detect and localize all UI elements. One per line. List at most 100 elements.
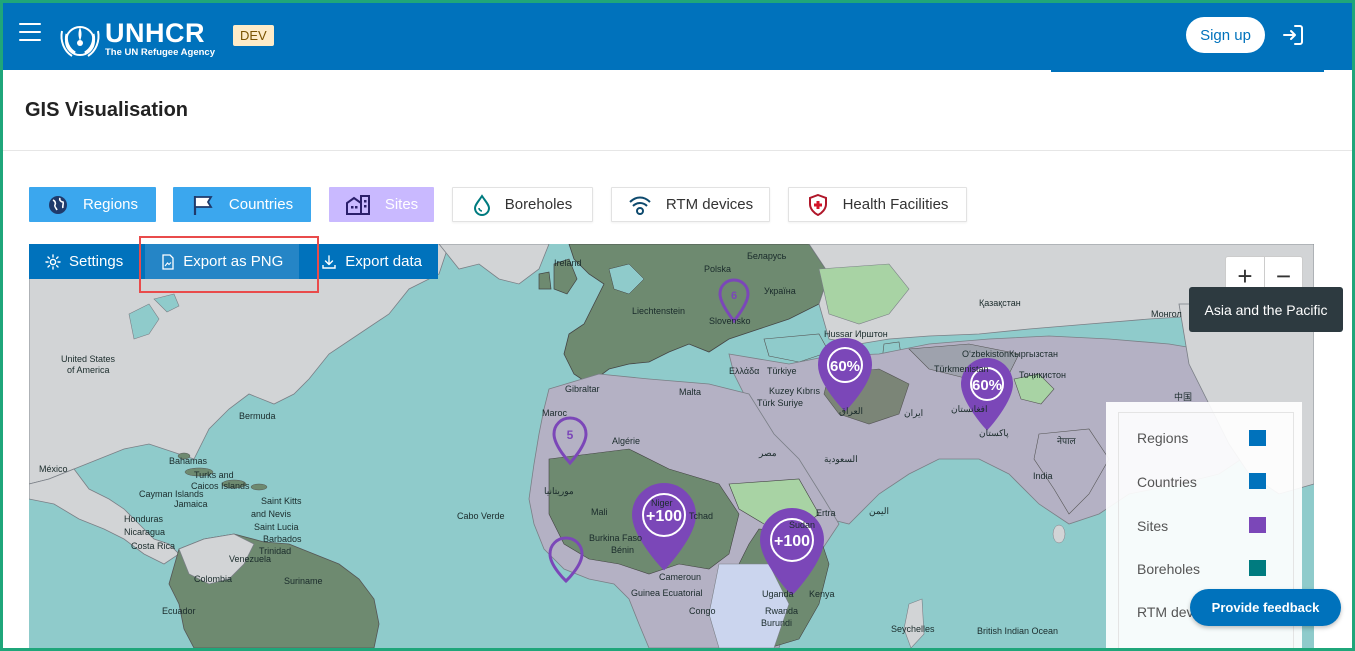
sign-up-button[interactable]: Sign up	[1186, 17, 1265, 53]
map-label: India	[1033, 471, 1053, 481]
layer-toggle-boreholes[interactable]: Boreholes	[452, 187, 593, 222]
map-label: Nicaragua	[124, 527, 165, 537]
title-divider	[3, 150, 1352, 151]
gear-icon	[45, 253, 61, 270]
unhcr-logo[interactable]: UNHCR The UN Refugee Agency	[59, 19, 215, 59]
map-label: Turks and	[194, 470, 234, 480]
layer-label: Sites	[384, 196, 419, 213]
map-label: Guinea Ecuatorial	[631, 588, 703, 598]
legend-item-sites: Sites	[1137, 518, 1169, 534]
water-drop-icon	[473, 193, 490, 216]
map-label: Ireland	[554, 258, 582, 268]
layer-toggle-regions[interactable]: Regions	[29, 187, 156, 222]
map-label: Ertra	[816, 508, 836, 518]
layer-label: Health Facilities	[842, 196, 949, 213]
globe-icon	[48, 195, 67, 214]
map-label: Algérie	[612, 436, 640, 446]
map-label: Kuzey Kıbrıs	[769, 386, 821, 396]
layer-label: Regions	[82, 196, 139, 213]
map-label: Кыргызстан	[1009, 349, 1058, 359]
layer-toggle-health-facilities[interactable]: Health Facilities	[788, 187, 967, 222]
hamburger-menu-icon[interactable]	[19, 23, 41, 41]
map-label: Liechtenstein	[632, 306, 685, 316]
map-label: Україна	[764, 286, 796, 296]
map-label: Oʻzbekiston	[962, 349, 1009, 359]
map-label: پاکستان	[979, 428, 1009, 439]
map-label: and Nevis	[251, 509, 292, 519]
map-label: ایران	[904, 408, 923, 419]
map-label: Ecuador	[162, 606, 196, 616]
export-data-button[interactable]: Export data	[305, 244, 438, 279]
map-label: Malta	[679, 387, 701, 397]
svg-text:6: 6	[731, 290, 737, 302]
map-label: العراق	[839, 406, 863, 417]
map-label: British Indian Ocean	[977, 626, 1058, 636]
map-label: Trinidad	[259, 546, 291, 556]
map-label: Türkiye	[767, 366, 797, 376]
map-label: Slovensko	[709, 316, 751, 326]
map-label: Hussar Ирштон	[824, 329, 888, 339]
map-label: Cameroun	[659, 572, 701, 582]
svg-text:60%: 60%	[972, 377, 1002, 394]
layer-toggle-rtm-devices[interactable]: RTM devices	[611, 187, 770, 222]
map-label: Cabo Verde	[457, 511, 505, 521]
map-label: Seychelles	[891, 624, 935, 634]
map-label: Maroc	[542, 408, 568, 418]
svg-text:60%: 60%	[830, 358, 860, 375]
map-label: Congo	[689, 606, 716, 616]
legend-item-regions: Regions	[1137, 430, 1189, 446]
map-label: Tchad	[689, 511, 713, 521]
legend-swatch	[1249, 560, 1266, 576]
map-label: Costa Rica	[131, 541, 175, 551]
highlight-annotation-box	[139, 236, 319, 293]
legend-item-countries: Countries	[1137, 474, 1197, 490]
map-label: नेपाल	[1057, 435, 1076, 446]
provide-feedback-button[interactable]: Provide feedback	[1190, 589, 1341, 626]
svg-text:+100: +100	[774, 533, 810, 550]
layer-toggle-sites[interactable]: Sites	[329, 187, 434, 222]
header-underline	[1051, 70, 1324, 72]
map-label: Saint Lucia	[254, 522, 299, 532]
legend-swatch	[1249, 517, 1266, 533]
map-label: Kenya	[809, 589, 835, 599]
map-label: افغانستان	[951, 404, 988, 414]
map-label: Тоҷикистон	[1019, 370, 1066, 380]
map-label: Mali	[591, 507, 608, 517]
map-label: Uganda	[762, 589, 794, 599]
map-label: Rwanda	[765, 606, 798, 616]
map-label: Cayman Islands	[139, 489, 204, 499]
settings-button[interactable]: Settings	[29, 244, 140, 279]
app-window: UNHCR The UN Refugee Agency DEV Sign up …	[3, 3, 1352, 648]
layer-toggle-countries[interactable]: Countries	[173, 187, 311, 222]
map-label: Sudan	[789, 520, 815, 530]
brand-tagline: The UN Refugee Agency	[105, 47, 215, 59]
map-label: Gibraltar	[565, 384, 600, 394]
map-label: Bénin	[611, 545, 634, 555]
map-label: Ελλάδα	[729, 366, 759, 376]
download-icon	[322, 254, 336, 269]
map-label: Saint Kitts	[261, 496, 302, 506]
map-label: مصر	[758, 448, 777, 459]
map-label: Беларусь	[747, 251, 787, 261]
layer-label: Countries	[228, 196, 294, 213]
top-navigation-bar: UNHCR The UN Refugee Agency DEV Sign up	[3, 3, 1352, 70]
map-tooltip: Asia and the Pacific	[1189, 287, 1343, 332]
map-label: Suriname	[284, 576, 323, 586]
layer-label: Boreholes	[504, 196, 573, 213]
svg-text:+100: +100	[646, 508, 682, 525]
layer-label: RTM devices	[665, 196, 754, 213]
wifi-icon	[629, 196, 651, 215]
map-label: Bahamas	[169, 456, 208, 466]
page-title: GIS Visualisation	[25, 99, 189, 121]
map-label: Jamaica	[174, 499, 208, 509]
login-icon[interactable]	[1281, 23, 1305, 47]
unhcr-emblem-icon	[60, 26, 100, 57]
map-label: United States	[61, 354, 116, 364]
map-label: اليمن	[869, 506, 889, 517]
map-label: Niger	[651, 498, 673, 508]
map-label: Burkina Faso	[589, 533, 642, 543]
map-label: Honduras	[124, 514, 164, 524]
map-label: México	[39, 464, 68, 474]
legend-item-boreholes: Boreholes	[1137, 561, 1201, 577]
map-label: Polska	[704, 264, 731, 274]
